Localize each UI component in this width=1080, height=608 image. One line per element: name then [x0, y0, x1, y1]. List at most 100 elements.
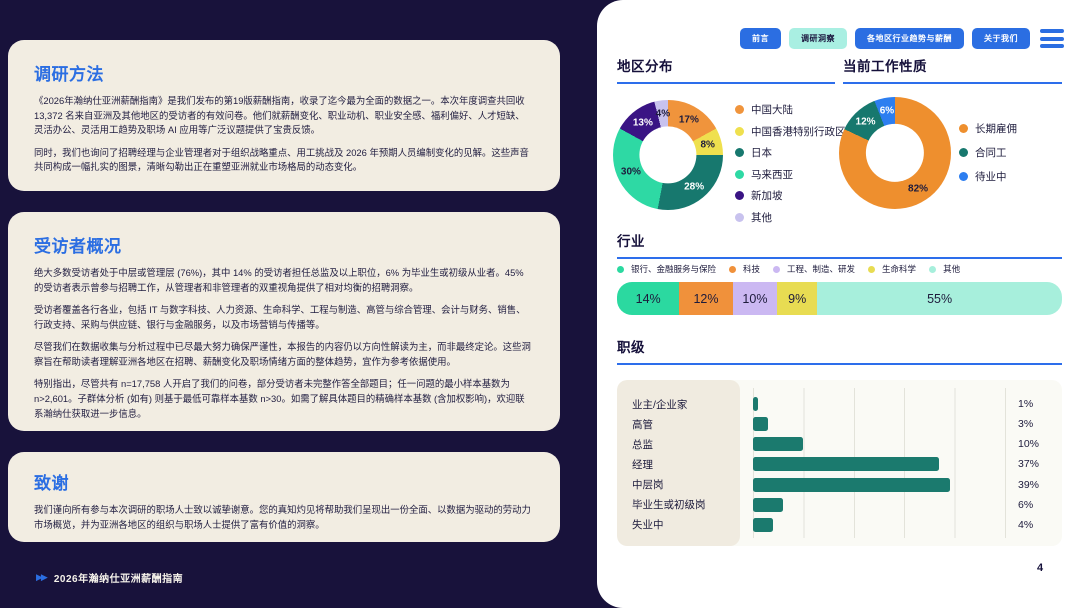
row-bar-track	[753, 498, 1005, 512]
card-paragraph: 尽管我们在数据收集与分析过程中已尽最大努力确保严谨性，本报告的内容仍以方向性解读…	[34, 340, 534, 369]
hamburger-menu-icon[interactable]	[1038, 27, 1066, 50]
legend-label: 其他	[943, 263, 960, 275]
bar-segment-label: 12%	[693, 292, 718, 306]
bar-segment: 12%	[679, 282, 732, 315]
legend-item: 合同工	[959, 145, 1017, 160]
card-title: 调研方法	[34, 60, 534, 85]
row-bar	[753, 397, 758, 411]
card-respondent-overview: 受访者概况 绝大多数受访者处于中层或管理层 (76%)，其中 14% 的受访者担…	[8, 212, 560, 431]
section-title-joblevel: 职级	[617, 336, 1062, 365]
content-panel: 前言调研洞察各地区行业趋势与薪酬关于我们 地区分布 当前工作性质 17%8%28…	[597, 0, 1080, 608]
legend-dot	[729, 266, 736, 273]
legend-item: 中国大陆	[735, 102, 846, 117]
legend-dot	[735, 170, 744, 179]
document-footer: ▶▶ 2026年瀚纳仕亚洲薪酬指南	[36, 570, 183, 585]
row-label: 高管	[617, 417, 740, 432]
legend-dot	[959, 124, 968, 133]
row-value: 39%	[1005, 479, 1039, 491]
double-chevron-icon: ▶▶	[36, 572, 46, 583]
card-paragraph: 同时，我们也询问了招聘经理与企业管理者对于组织战略重点、用工挑战及 2026 年…	[34, 146, 534, 175]
section-title-industry: 行业	[617, 230, 1062, 259]
bar-segment-label: 55%	[927, 292, 952, 306]
card-paragraph: 绝大多数受访者处于中层或管理层 (76%)，其中 14% 的受访者担任总监及以上…	[34, 266, 534, 295]
legend-item: 其他	[735, 210, 846, 225]
legend-item: 长期雇佣	[959, 121, 1017, 136]
card-acknowledgements: 致谢 我们谨向所有参与本次调研的职场人士致以诚挚谢意。您的真知灼见将帮助我们呈现…	[8, 452, 560, 542]
legend-label: 中国香港特别行政区	[751, 124, 846, 139]
row-label: 业主/企业家	[617, 397, 740, 412]
legend-label: 工程、制造、研发	[787, 263, 855, 275]
legend-item: 新加坡	[735, 188, 846, 203]
legend-dot	[959, 172, 968, 181]
card-body: 我们谨向所有参与本次调研的职场人士致以诚挚谢意。您的真知灼见将帮助我们呈现出一份…	[34, 503, 534, 532]
region-legend: 中国大陆中国香港特别行政区日本马来西亚新加坡其他	[735, 102, 846, 225]
legend-label: 中国大陆	[751, 102, 793, 117]
page-number: 4	[1037, 562, 1043, 574]
nav-button-1[interactable]: 前言	[740, 28, 781, 49]
donut-hole	[866, 124, 924, 182]
bar-segment: 9%	[777, 282, 817, 315]
legend-item: 生命科学	[868, 263, 916, 275]
row-value: 1%	[1005, 398, 1033, 410]
legend-label: 合同工	[975, 145, 1007, 160]
legend-item: 其他	[929, 263, 960, 275]
legend-dot	[959, 148, 968, 157]
row-bar-track	[753, 437, 1005, 451]
legend-dot	[735, 105, 744, 114]
row-label: 总监	[617, 437, 740, 452]
page: 调研方法 《2026年瀚纳仕亚洲薪酬指南》是我们发布的第19版薪酬指南，收录了迄…	[0, 0, 1080, 608]
row-value: 4%	[1005, 519, 1033, 531]
row-value: 37%	[1005, 458, 1039, 470]
row-bar-track	[753, 397, 1005, 411]
legend-dot	[735, 127, 744, 136]
section-title-region: 地区分布	[617, 55, 835, 84]
donut-slice-label: 8%	[700, 139, 714, 150]
legend-dot	[735, 213, 744, 222]
legend-item: 银行、金融服务与保险	[617, 263, 716, 275]
donut-slice-label: 4%	[656, 109, 670, 120]
legend-label: 银行、金融服务与保险	[631, 263, 716, 275]
joblevel-bar-chart: 业主/企业家1%高管3%总监10%经理37%中层岗39%毕业生或初级岗6%失业中…	[617, 380, 1062, 546]
bar-segment-label: 9%	[788, 292, 806, 306]
legend-dot	[773, 266, 780, 273]
bar-segment-label: 10%	[742, 292, 767, 306]
donut-slice-label: 28%	[684, 181, 704, 192]
row-value: 3%	[1005, 418, 1033, 430]
row-bar	[753, 417, 768, 431]
row-bar-track	[753, 457, 1005, 471]
card-title: 受访者概况	[34, 232, 534, 257]
region-donut-chart: 17%8%28%30%13%4%	[613, 100, 723, 210]
job-level-row: 中层岗 39%	[617, 478, 1062, 492]
legend-item: 中国香港特别行政区	[735, 124, 846, 139]
nav-button-2[interactable]: 调研洞察	[789, 28, 847, 49]
bar-segment: 14%	[617, 282, 679, 315]
legend-item: 日本	[735, 145, 846, 160]
legend-label: 长期雇佣	[975, 121, 1017, 136]
donut-slice-label: 82%	[908, 184, 928, 195]
nav-button-4[interactable]: 关于我们	[972, 28, 1030, 49]
worktype-legend: 长期雇佣合同工待业中	[959, 121, 1017, 184]
legend-dot	[868, 266, 875, 273]
job-level-row: 毕业生或初级岗6%	[617, 498, 1062, 512]
legend-label: 日本	[751, 145, 772, 160]
card-paragraph: 特别指出，尽管共有 n=17,758 人开启了我们的问卷，部分受访者未完整作答全…	[34, 377, 534, 421]
legend-item: 待业中	[959, 169, 1017, 184]
row-value: 10%	[1005, 438, 1039, 450]
bar-segment: 55%	[817, 282, 1062, 315]
row-bar	[753, 498, 783, 512]
job-level-row: 高管 3%	[617, 417, 1062, 431]
donut-slice-label: 6%	[880, 105, 894, 116]
card-body: 《2026年瀚纳仕亚洲薪酬指南》是我们发布的第19版薪酬指南，收录了迄今最为全面…	[34, 94, 534, 175]
row-bar-track	[753, 417, 1005, 431]
industry-stacked-bar-chart: 14% 12% 10% 9% 55%	[617, 282, 1062, 315]
row-label: 中层岗	[617, 477, 740, 492]
bar-segment: 10%	[733, 282, 778, 315]
row-bar	[753, 478, 950, 492]
card-body: 绝大多数受访者处于中层或管理层 (76%)，其中 14% 的受访者担任总监及以上…	[34, 266, 534, 421]
section-title-worktype: 当前工作性质	[843, 55, 1062, 84]
nav-button-3[interactable]: 各地区行业趋势与薪酬	[855, 28, 964, 49]
row-bar-track	[753, 478, 1005, 492]
donut-slice-label: 13%	[633, 117, 653, 128]
legend-dot	[617, 266, 624, 273]
job-level-row: 经理37%	[617, 457, 1062, 471]
